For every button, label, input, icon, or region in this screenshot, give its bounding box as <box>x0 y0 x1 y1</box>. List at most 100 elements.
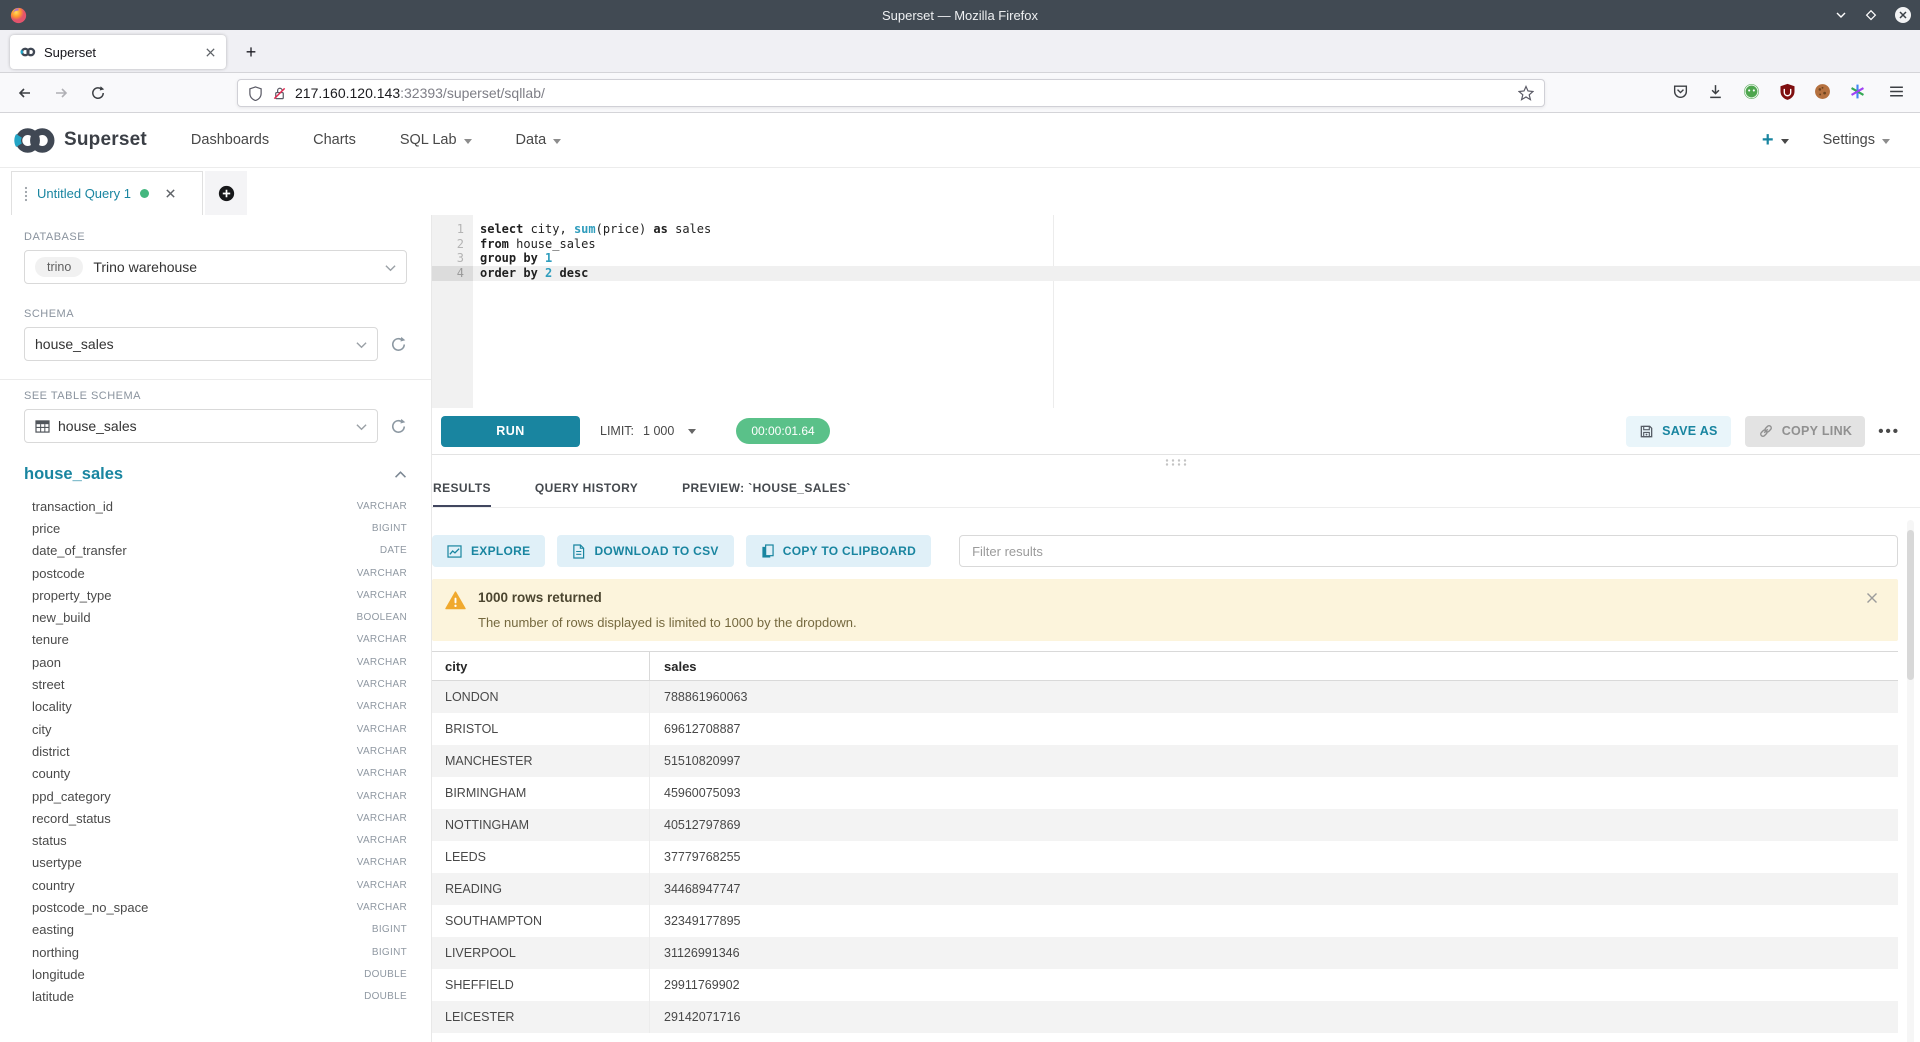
minimize-icon[interactable] <box>1834 8 1848 22</box>
table-row[interactable]: MANCHESTER 51510820997 <box>432 745 1898 777</box>
refresh-schemas-icon[interactable] <box>390 336 407 353</box>
privacy-badger-icon[interactable] <box>1743 83 1760 100</box>
table-row[interactable]: READING 34468947747 <box>432 873 1898 905</box>
limit-dropdown[interactable]: LIMIT: 1 000 <box>600 424 696 438</box>
back-button[interactable] <box>12 80 38 106</box>
sql-line[interactable]: select city, sum(price) as sales <box>473 222 1920 237</box>
query-tab-close-icon[interactable] <box>165 188 176 199</box>
nav-item-data[interactable]: Data <box>516 132 562 148</box>
alert-message: The number of rows displayed is limited … <box>478 615 857 630</box>
column-row[interactable]: date_of_transfer DATE <box>24 540 407 562</box>
table-row[interactable]: NOTTINGHAM 40512797869 <box>432 809 1898 841</box>
results-table-header[interactable]: city sales <box>432 651 1898 681</box>
table-row[interactable]: LIVERPOOL 31126991346 <box>432 937 1898 969</box>
column-row[interactable]: street VARCHAR <box>24 673 407 695</box>
pane-resize-handle[interactable] <box>432 455 1920 470</box>
download-icon[interactable] <box>1707 83 1724 100</box>
explore-button[interactable]: EXPLORE <box>432 535 545 567</box>
table-row[interactable]: BRISTOL 69612708887 <box>432 713 1898 745</box>
column-row[interactable]: latitude DOUBLE <box>24 986 407 1008</box>
column-row[interactable]: transaction_id VARCHAR <box>24 495 407 517</box>
collapse-table-icon[interactable] <box>394 470 407 479</box>
header-city[interactable]: city <box>432 652 650 680</box>
browser-tab-superset[interactable]: Superset <box>10 35 226 69</box>
scrollbar-thumb[interactable] <box>1907 530 1914 680</box>
results-scrollbar[interactable] <box>1907 520 1914 1042</box>
save-as-button[interactable]: SAVE AS <box>1626 416 1731 447</box>
settings-menu[interactable]: Settings <box>1823 132 1890 148</box>
add-query-tab-button[interactable] <box>205 171 247 215</box>
column-row[interactable]: locality VARCHAR <box>24 696 407 718</box>
close-window-icon[interactable] <box>1894 6 1912 24</box>
column-row[interactable]: record_status VARCHAR <box>24 807 407 829</box>
table-row[interactable]: LEEDS 37779768255 <box>432 841 1898 873</box>
more-actions-button[interactable]: ••• <box>1878 423 1900 440</box>
column-row[interactable]: easting BIGINT <box>24 919 407 941</box>
column-row[interactable]: property_type VARCHAR <box>24 584 407 606</box>
link-icon <box>1758 423 1774 439</box>
sql-line[interactable]: from house_sales <box>473 237 1920 252</box>
nav-item-sql-lab[interactable]: SQL Lab <box>400 132 472 148</box>
hamburger-menu-icon[interactable] <box>1888 83 1905 100</box>
header-sales[interactable]: sales <box>650 659 697 674</box>
nav-item-dashboards[interactable]: Dashboards <box>191 132 269 148</box>
column-row[interactable]: usertype VARCHAR <box>24 852 407 874</box>
add-new-button[interactable]: + <box>1762 129 1789 152</box>
extension-asterisk-icon[interactable] <box>1849 83 1866 100</box>
column-row[interactable]: county VARCHAR <box>24 763 407 785</box>
table-icon <box>35 420 50 433</box>
column-row[interactable]: country VARCHAR <box>24 874 407 896</box>
column-type: BIGINT <box>372 523 407 534</box>
column-row[interactable]: postcode VARCHAR <box>24 562 407 584</box>
refresh-tables-icon[interactable] <box>390 418 407 435</box>
copy-link-button[interactable]: COPY LINK <box>1745 416 1866 447</box>
column-row[interactable]: city VARCHAR <box>24 718 407 740</box>
column-row[interactable]: status VARCHAR <box>24 829 407 851</box>
url-bar[interactable]: 217.160.120.143:32393/superset/sqllab/ <box>237 79 1545 107</box>
column-row[interactable]: tenure VARCHAR <box>24 629 407 651</box>
tab-query-history[interactable]: QUERY HISTORY <box>535 470 638 507</box>
column-row[interactable]: northing BIGINT <box>24 941 407 963</box>
forward-button[interactable] <box>48 80 74 106</box>
reload-button[interactable] <box>85 80 111 106</box>
bookmark-star-icon[interactable] <box>1518 85 1534 101</box>
table-name[interactable]: house_sales <box>24 465 123 484</box>
nav-item-charts[interactable]: Charts <box>313 132 356 148</box>
cookie-icon[interactable] <box>1814 83 1831 100</box>
schema-select[interactable]: house_sales <box>24 327 378 361</box>
copy-to-clipboard-button[interactable]: COPY TO CLIPBOARD <box>746 535 931 567</box>
pocket-icon[interactable] <box>1672 83 1689 100</box>
column-row[interactable]: ppd_category VARCHAR <box>24 785 407 807</box>
column-row[interactable]: paon VARCHAR <box>24 651 407 673</box>
sql-editor[interactable]: 1234 select city, sum(price) as salesfro… <box>432 215 1920 408</box>
sql-line[interactable]: group by 1 <box>473 251 1920 266</box>
column-row[interactable]: postcode_no_space VARCHAR <box>24 896 407 918</box>
alert-close-icon[interactable] <box>1866 592 1878 604</box>
table-row[interactable]: BIRMINGHAM 45960075093 <box>432 777 1898 809</box>
superset-logo[interactable]: Superset <box>14 127 147 154</box>
table-row[interactable]: LEICESTER 29142071716 <box>432 1001 1898 1033</box>
run-button[interactable]: RUN <box>441 416 580 447</box>
table-schema-select[interactable]: house_sales <box>24 409 378 443</box>
column-row[interactable]: new_build BOOLEAN <box>24 606 407 628</box>
table-row[interactable]: LONDON 788861960063 <box>432 681 1898 713</box>
column-row[interactable]: district VARCHAR <box>24 740 407 762</box>
column-row[interactable]: longitude DOUBLE <box>24 963 407 985</box>
download-csv-button[interactable]: DOWNLOAD TO CSV <box>557 535 733 567</box>
ublock-icon[interactable] <box>1779 83 1796 100</box>
shield-icon[interactable] <box>248 86 263 101</box>
database-select[interactable]: trino Trino warehouse <box>24 250 407 284</box>
maximize-icon[interactable] <box>1864 8 1878 22</box>
drag-handle-icon[interactable] <box>24 186 28 202</box>
column-row[interactable]: price BIGINT <box>24 517 407 539</box>
tab-preview-house-sales[interactable]: PREVIEW: `HOUSE_SALES` <box>682 470 851 507</box>
filter-results-input[interactable] <box>959 535 1898 567</box>
query-tab[interactable]: Untitled Query 1 <box>11 171 203 215</box>
new-tab-button[interactable]: + <box>238 39 264 65</box>
table-row[interactable]: SOUTHAMPTON 32349177895 <box>432 905 1898 937</box>
sql-line[interactable]: order by 2 desc <box>473 266 1920 281</box>
table-row[interactable]: SHEFFIELD 29911769902 <box>432 969 1898 1001</box>
tab-close-icon[interactable] <box>205 47 216 58</box>
insecure-lock-icon[interactable] <box>272 86 287 101</box>
tab-results[interactable]: RESULTS <box>433 470 491 507</box>
